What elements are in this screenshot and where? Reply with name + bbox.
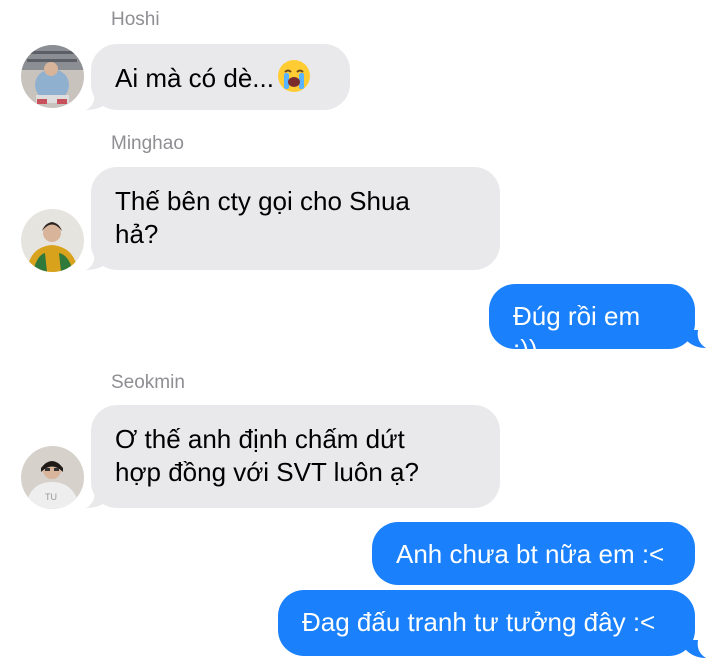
avatar-minghao[interactable] (21, 209, 84, 272)
message-line: hả? (115, 219, 159, 249)
message-bubble-incoming[interactable]: Ơ thế anh định chấm dứt hợp đồng với SVT… (91, 405, 500, 508)
message-text: Ai mà có dè... (115, 63, 274, 93)
message-text: Đúg rồi em :)) (513, 301, 641, 364)
message-line: hợp đồng với SVT luôn ạ? (115, 457, 419, 487)
message-bubble-outgoing[interactable]: Đag đấu tranh tư tưởng đây :< (278, 590, 695, 656)
message-text: Đag đấu tranh tư tưởng đây :< (302, 607, 656, 637)
message-bubble-incoming[interactable]: Thế bên cty gọi cho Shua hả? (91, 167, 500, 270)
avatar-hoshi[interactable] (21, 45, 84, 108)
sender-name: Seokmin (111, 372, 185, 393)
message-text: Anh chưa bt nữa em :< (396, 539, 665, 569)
message-bubble-outgoing[interactable]: Anh chưa bt nữa em :< (372, 522, 695, 585)
message-bubble-outgoing[interactable]: Đúg rồi em :)) (489, 284, 695, 364)
sender-name: Minghao (111, 133, 184, 154)
avatar-seokmin[interactable]: TU (21, 446, 84, 509)
message-line: Thế bên cty gọi cho Shua (115, 186, 410, 216)
svg-text:TU: TU (45, 492, 57, 502)
sender-name: Hoshi (111, 9, 160, 30)
loudly-crying-face-icon (277, 60, 310, 92)
message-bubble-incoming[interactable]: Ai mà có dè... (91, 44, 350, 110)
message-line: Ơ thế anh định chấm dứt (115, 424, 405, 454)
